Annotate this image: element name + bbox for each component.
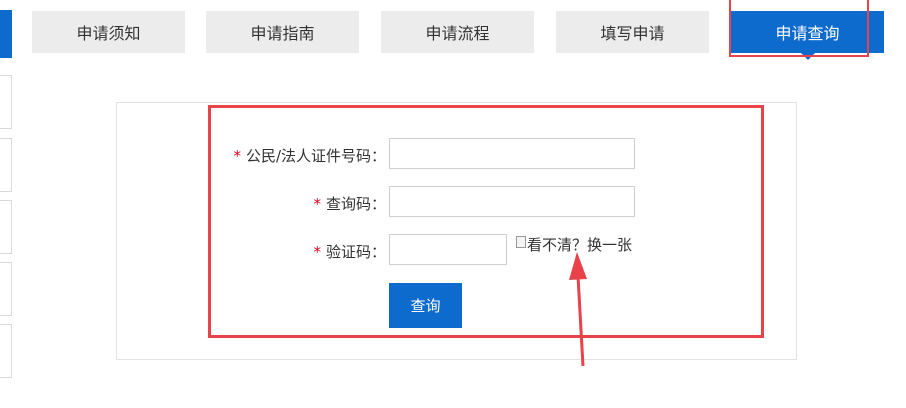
sidebar-item[interactable]	[0, 262, 12, 316]
sidebar-item[interactable]	[0, 200, 12, 254]
tab-fill-application[interactable]: 填写申请	[556, 11, 709, 53]
left-sidebar-edge	[0, 0, 14, 408]
query-code-label: * 查询码：	[313, 195, 386, 213]
broken-image-icon	[516, 235, 526, 248]
required-mark: *	[313, 243, 321, 261]
captcha-image[interactable]: 看不清？换一张	[516, 234, 632, 255]
tab-apply-query[interactable]: 申请查询	[731, 11, 884, 60]
sidebar-active-marker	[0, 10, 12, 58]
sidebar-item[interactable]	[0, 324, 12, 378]
captcha-label: * 验证码：	[313, 243, 386, 261]
tab-apply-notice[interactable]: 申请须知	[32, 11, 185, 53]
query-code-input[interactable]	[389, 186, 635, 217]
required-mark: *	[233, 147, 241, 165]
tab-apply-guide[interactable]: 申请指南	[206, 11, 359, 53]
captcha-refresh-link[interactable]: 看不清？换一张	[527, 234, 632, 255]
id-number-input[interactable]	[389, 138, 635, 169]
captcha-input[interactable]	[389, 234, 507, 265]
id-number-label: * 公民/法人证件号码：	[233, 147, 386, 165]
tab-apply-process[interactable]: 申请流程	[381, 11, 534, 53]
sidebar-item[interactable]	[0, 138, 12, 192]
sidebar-item[interactable]	[0, 75, 12, 129]
query-button[interactable]: 查询	[389, 283, 462, 328]
required-mark: *	[313, 195, 321, 213]
